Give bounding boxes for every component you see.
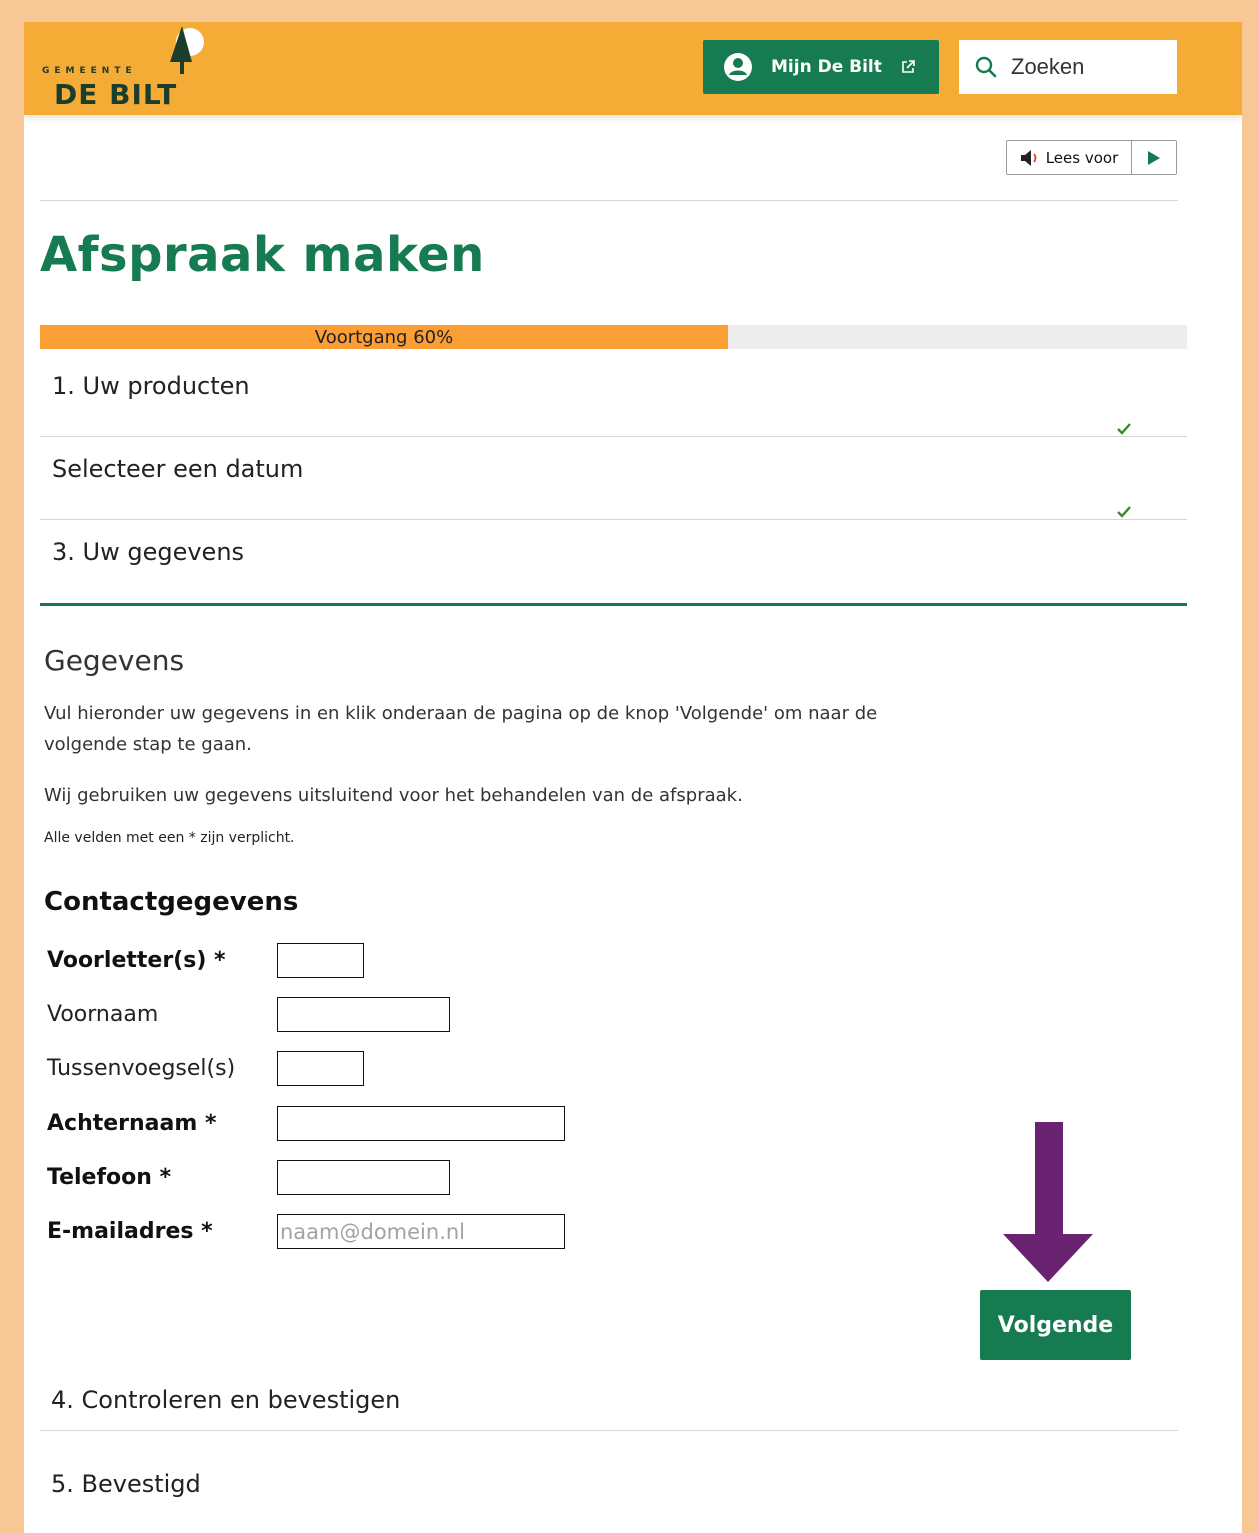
page-title: Afspraak maken <box>40 227 485 283</box>
mijn-de-bilt-button[interactable]: Mijn De Bilt <box>703 40 939 94</box>
intro-text: Vul hieronder uw gegevens in en klik ond… <box>44 703 878 755</box>
search-input[interactable]: Zoeken <box>1011 54 1084 80</box>
mijn-de-bilt-label: Mijn De Bilt <box>771 57 882 77</box>
phone-input[interactable] <box>277 1160 450 1195</box>
phone-label: Telefoon * <box>47 1165 172 1190</box>
external-link-icon <box>902 60 915 73</box>
step-3[interactable]: 3. Uw gegevens <box>40 520 1187 606</box>
read-aloud-button[interactable]: Lees voor <box>1007 141 1132 174</box>
infix-input[interactable] <box>277 1051 364 1086</box>
next-button[interactable]: Volgende <box>980 1290 1131 1360</box>
email-input[interactable] <box>277 1214 565 1249</box>
checkmark-icon <box>1117 506 1131 518</box>
lastname-input[interactable] <box>277 1106 565 1141</box>
site-header: GEMEENTE DE BILT Mijn De Bilt Zoeken <box>24 22 1242 115</box>
divider <box>40 1430 1178 1431</box>
logo[interactable]: GEMEENTE DE BILT <box>38 26 208 112</box>
divider <box>40 200 1178 201</box>
initials-input[interactable] <box>277 943 364 978</box>
tree-moon-icon <box>170 26 204 74</box>
initials-label: Voorletter(s) * <box>47 948 226 973</box>
step-2-label: Selecteer een datum <box>52 455 304 483</box>
lastname-label: Achternaam * <box>47 1111 217 1136</box>
search-icon <box>975 56 997 78</box>
progress-bar: Voortgang 60% <box>40 325 1187 349</box>
logo-gemeente-text: GEMEENTE <box>42 66 137 76</box>
infix-label: Tussenvoegsel(s) <box>47 1056 236 1081</box>
firstname-label: Voornaam <box>47 1002 159 1027</box>
speaker-icon <box>1020 149 1037 166</box>
firstname-input[interactable] <box>277 997 450 1032</box>
logo-name-text: DE BILT <box>54 78 178 111</box>
contact-section-title: Contactgegevens <box>44 887 299 917</box>
play-button[interactable] <box>1132 141 1176 174</box>
step-1-label: 1. Uw producten <box>52 372 250 400</box>
page-frame: GEMEENTE DE BILT Mijn De Bilt Zoeken Lee… <box>24 22 1242 1533</box>
play-icon <box>1148 150 1160 165</box>
down-arrow-icon <box>1003 1122 1093 1282</box>
step-4-label[interactable]: 4. Controleren en bevestigen <box>51 1386 400 1414</box>
read-aloud-label: Lees voor <box>1045 148 1119 167</box>
user-icon <box>724 53 752 81</box>
checkmark-icon <box>1117 423 1131 435</box>
step-5-label[interactable]: 5. Bevestigd <box>51 1470 201 1498</box>
step-1[interactable]: 1. Uw producten <box>40 354 1187 437</box>
progress-label: Voortgang 60% <box>314 327 454 348</box>
search-box[interactable]: Zoeken <box>959 40 1177 94</box>
read-aloud-widget: Lees voor <box>1006 140 1177 175</box>
step-2[interactable]: Selecteer een datum <box>40 437 1187 520</box>
section-heading: Gegevens <box>44 644 185 677</box>
step-3-label: 3. Uw gegevens <box>52 538 245 566</box>
required-note: Alle velden met een * zijn verplicht. <box>44 830 295 846</box>
privacy-text: Wij gebruiken uw gegevens uitsluitend vo… <box>44 785 743 806</box>
email-label: E-mailadres * <box>47 1219 213 1244</box>
